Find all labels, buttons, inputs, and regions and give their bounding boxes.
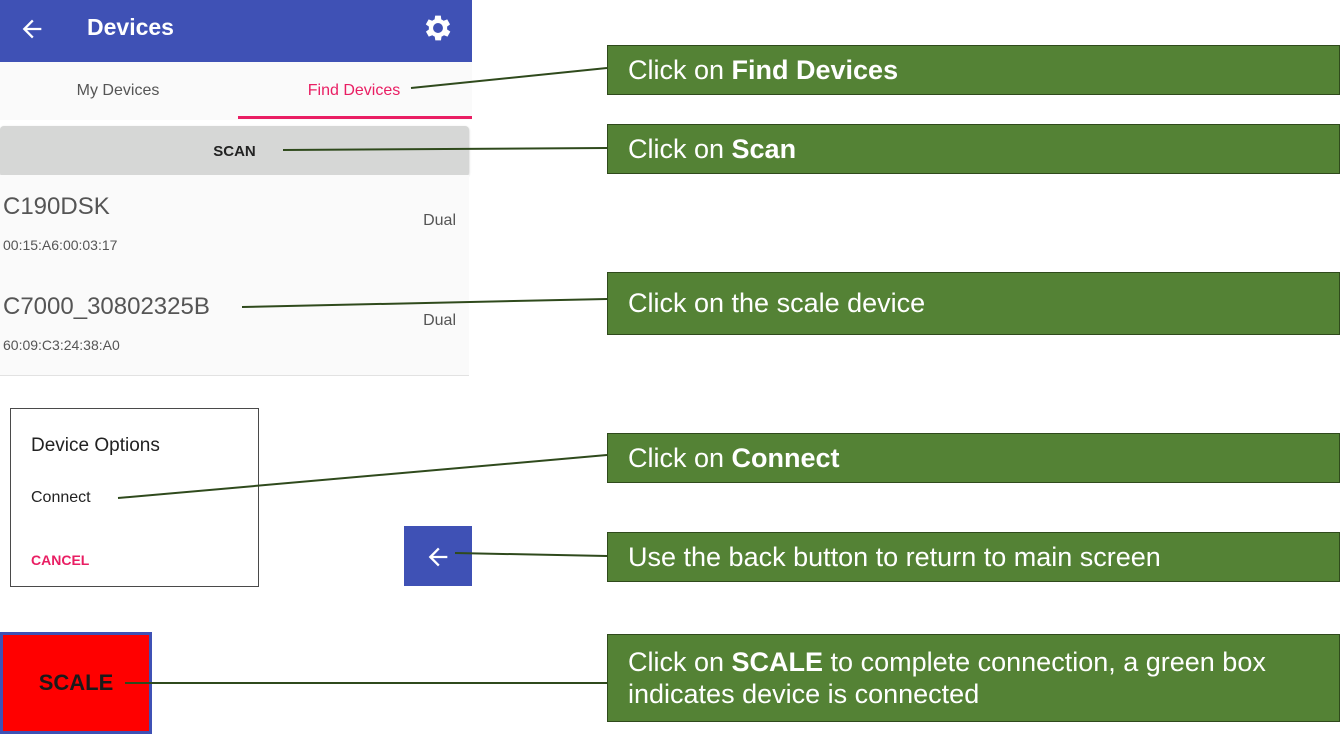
leader-line-back [454, 552, 608, 557]
back-arrow-icon[interactable] [18, 15, 46, 43]
device-type: Dual [423, 212, 456, 229]
tab-bar: My Devices Find Devices [0, 62, 472, 120]
dialog-title: Device Options [31, 435, 160, 456]
tab-find-devices[interactable]: Find Devices [236, 62, 472, 120]
device-name: C7000_30802325B [3, 293, 210, 320]
callout-text: Click on the scale device [628, 288, 926, 319]
cancel-button[interactable]: CANCEL [31, 552, 89, 568]
device-type: Dual [423, 312, 456, 329]
connect-option[interactable]: Connect [31, 489, 91, 507]
back-button[interactable] [404, 526, 472, 586]
tab-my-devices[interactable]: My Devices [0, 62, 236, 120]
callout-connect: Click on Connect [607, 433, 1340, 483]
callout-text: Click on Find Devices [628, 54, 899, 85]
back-arrow-icon [428, 547, 448, 567]
scale-button[interactable]: SCALE [0, 632, 152, 734]
callout-scale: Click on SCALE to complete connection, a… [607, 634, 1340, 722]
page-title: Devices [87, 14, 174, 40]
callout-scan: Click on Scan [607, 124, 1340, 174]
callout-text: Click on Scan [628, 133, 797, 164]
device-mac: 60:09:C3:24:38:A0 [3, 337, 120, 353]
callout-scale-device: Click on the scale device [607, 272, 1340, 335]
callout-back: Use the back button to return to main sc… [607, 532, 1340, 582]
callout-find-devices: Click on Find Devices [607, 45, 1340, 95]
active-tab-indicator [238, 116, 472, 119]
device-list-item[interactable]: C7000_30802325B 60:09:C3:24:38:A0 Dual [0, 275, 469, 376]
device-list-item[interactable]: C190DSK 00:15:A6:00:03:17 Dual [0, 175, 469, 276]
app-bar: Devices [0, 0, 472, 62]
callout-text: Click on SCALE to complete connection, a… [628, 646, 1266, 709]
device-name: C190DSK [3, 193, 110, 220]
scan-button[interactable]: SCAN [0, 126, 469, 176]
callout-text: Click on Connect [628, 442, 840, 473]
gear-icon[interactable] [421, 11, 455, 45]
callout-text: Use the back button to return to main sc… [628, 541, 1161, 572]
device-mac: 00:15:A6:00:03:17 [3, 237, 118, 253]
device-options-dialog: Device Options Connect CANCEL [10, 408, 259, 587]
